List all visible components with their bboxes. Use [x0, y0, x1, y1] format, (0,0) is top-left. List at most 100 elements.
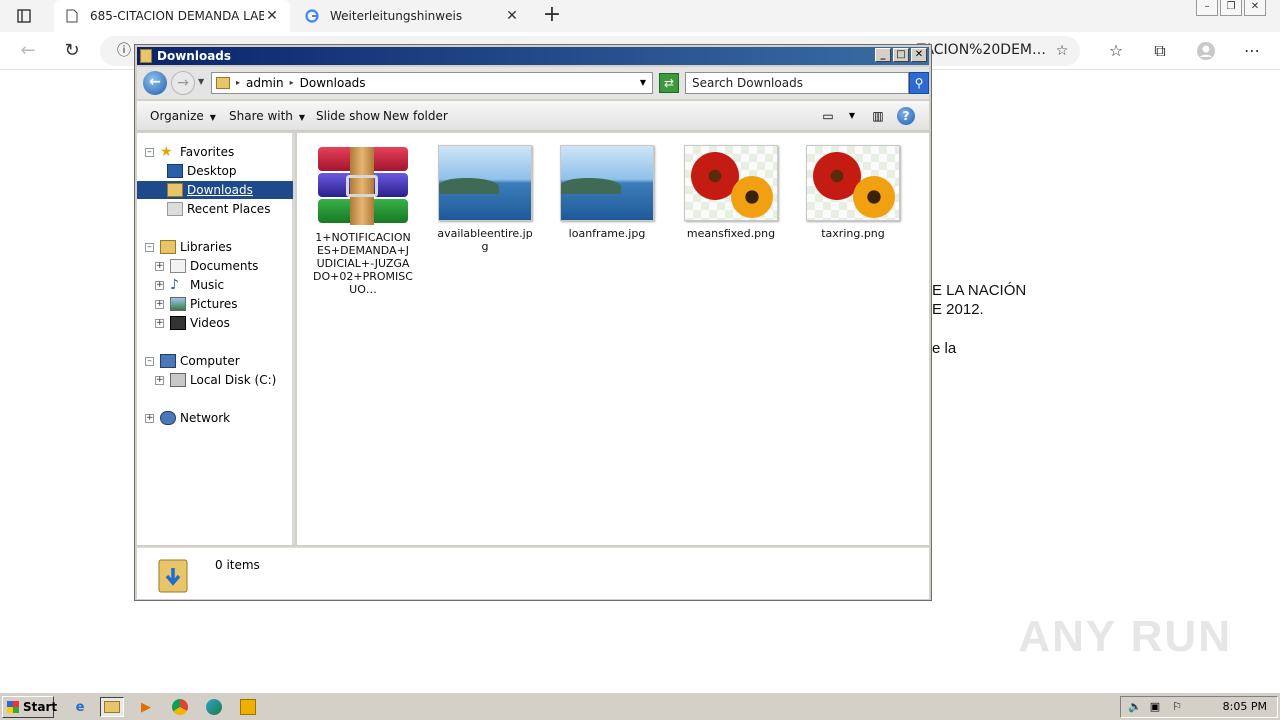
collections-icon[interactable]: ⧉ — [1150, 41, 1170, 61]
videos-icon — [170, 316, 186, 330]
profile-icon[interactable] — [1196, 41, 1216, 61]
file-item-jpg[interactable]: availableentire.jpg — [435, 145, 535, 253]
tab-title: Weiterleitungshinweis — [330, 9, 463, 23]
breadcrumb-arrow-icon[interactable]: ▸ — [236, 73, 240, 93]
breadcrumb-arrow-icon[interactable]: ▸ — [290, 73, 294, 93]
share-with-menu[interactable]: Share with ▼ — [229, 109, 305, 123]
hard-drive-icon — [170, 373, 186, 387]
more-icon[interactable]: ⋯ — [1242, 41, 1262, 61]
file-name: 1+NOTIFICACIONES+DEMANDA+JUDICIAL+-JUZGA… — [313, 231, 413, 296]
close-icon[interactable]: ✕ — [911, 48, 927, 62]
breadcrumb-admin[interactable]: admin — [246, 73, 284, 93]
tree-label: Downloads — [187, 183, 253, 197]
page-text-line: e la — [932, 340, 957, 357]
tree-pictures[interactable]: + Pictures — [155, 295, 238, 313]
slide-show-button[interactable]: Slide show — [316, 109, 380, 123]
minimize-icon[interactable]: _ — [875, 48, 891, 62]
app-icon[interactable] — [236, 697, 260, 717]
tree-recent-places[interactable]: Recent Places — [167, 200, 270, 218]
view-icon[interactable]: ▭ — [819, 107, 837, 125]
favorites-icon[interactable]: ☆ — [1106, 41, 1126, 61]
share-with-label: Share with — [229, 109, 293, 123]
tree-downloads[interactable]: Downloads — [137, 181, 293, 199]
new-tab-button[interactable]: + — [540, 4, 564, 28]
file-item-png[interactable]: taxring.png — [803, 145, 903, 240]
internet-explorer-icon[interactable]: e — [68, 697, 92, 717]
downloads-folder-icon — [157, 554, 189, 594]
tree-computer[interactable]: – Computer — [145, 352, 240, 370]
close-tab-icon[interactable]: ✕ — [264, 8, 280, 24]
clock[interactable]: 8:05 PM — [1223, 700, 1267, 713]
refresh-icon[interactable]: ⇄ — [659, 73, 679, 93]
close-tab-icon[interactable]: ✕ — [504, 8, 520, 24]
tree-label: Music — [190, 278, 225, 292]
help-icon[interactable]: ? — [897, 107, 915, 125]
search-input[interactable]: Search Downloads — [685, 72, 909, 94]
item-count: 0 items — [215, 558, 260, 572]
restore-icon[interactable]: ❐ — [1220, 0, 1242, 16]
pictures-icon — [170, 297, 186, 311]
preview-pane-icon[interactable]: ▥ — [869, 107, 887, 125]
new-folder-button[interactable]: New folder — [383, 109, 448, 123]
file-name: loanframe.jpg — [568, 227, 646, 240]
search-icon[interactable]: ⚲ — [909, 72, 929, 94]
tree-local-disk[interactable]: + Local Disk (C:) — [155, 371, 276, 389]
tab-citacion[interactable]: 685-CITACION DEMANDA LABO ✕ — [54, 0, 290, 32]
action-center-flag-icon[interactable]: ⚐ — [1169, 700, 1185, 714]
maximize-icon[interactable]: □ — [893, 48, 909, 62]
organize-menu[interactable]: Organize ▼ — [150, 109, 216, 123]
navigation-pane: – ★ Favorites Desktop Downloads Recent Pla… — [137, 133, 295, 545]
page-text-line: E LA NACIÓN — [932, 282, 1027, 299]
window-controls: – ❐ ✕ — [1196, 0, 1266, 16]
network-status-icon[interactable]: ▣ — [1147, 700, 1163, 714]
media-player-icon[interactable]: ▶ — [134, 697, 158, 717]
close-icon[interactable]: ✕ — [1244, 0, 1266, 16]
breadcrumb-downloads[interactable]: Downloads — [300, 73, 366, 93]
tree-music[interactable]: + ♪ Music — [155, 276, 224, 294]
explorer-toolbar: Organize ▼ Share with ▼ Slide show New fol… — [137, 101, 929, 131]
downloads-folder-icon — [167, 183, 183, 197]
chrome-icon[interactable] — [168, 697, 192, 717]
tab-title: 685-CITACION DEMANDA LABO — [90, 9, 264, 23]
breadcrumb[interactable]: ▸ admin ▸ Downloads ▼ — [211, 72, 653, 94]
window-title: Downloads — [157, 49, 232, 63]
anyrun-watermark: ANY RUN — [1018, 612, 1232, 661]
back-button[interactable]: ← — [143, 71, 167, 95]
address-dropdown-icon[interactable]: ▼ — [640, 73, 646, 93]
add-favorite-icon[interactable]: ☆ — [1052, 41, 1072, 61]
file-list-pane: 1+NOTIFICACIONES+DEMANDA+JUDICIAL+-JUZGA… — [297, 133, 929, 545]
forward-button[interactable]: → — [171, 71, 195, 95]
tree-desktop[interactable]: Desktop — [167, 162, 237, 180]
recent-places-icon — [167, 202, 183, 216]
minimize-icon[interactable]: – — [1196, 0, 1218, 16]
recent-pages-dropdown-icon[interactable]: ▼ — [198, 77, 204, 86]
info-icon[interactable]: ⓘ — [114, 41, 134, 61]
tree-network[interactable]: + Network — [145, 409, 230, 427]
computer-icon — [160, 354, 176, 368]
view-dropdown-icon[interactable]: ▼ — [843, 107, 861, 125]
file-item-rar[interactable]: 1+NOTIFICACIONES+DEMANDA+JUDICIAL+-JUZGA… — [313, 147, 413, 296]
file-item-jpg[interactable]: loanframe.jpg — [557, 145, 657, 240]
tree-libraries[interactable]: – Libraries — [145, 238, 232, 256]
tree-label: Libraries — [180, 240, 232, 254]
tree-documents[interactable]: + Documents — [155, 257, 258, 275]
url-text: TACION%20DEM… — [916, 42, 1046, 58]
tree-label: Documents — [190, 259, 259, 273]
windows-logo-icon — [7, 701, 19, 713]
network-icon — [160, 411, 176, 425]
tab-actions-icon[interactable] — [10, 6, 38, 26]
tree-label: Network — [180, 411, 231, 425]
tree-favorites[interactable]: – ★ Favorites — [145, 143, 234, 161]
start-label: Start — [23, 700, 58, 714]
refresh-icon[interactable]: ↻ — [62, 41, 82, 61]
file-item-png[interactable]: meansfixed.png — [681, 145, 781, 240]
explorer-taskbar-icon[interactable] — [100, 697, 124, 717]
tab-weiterleitung[interactable]: Weiterleitungshinweis ✕ — [294, 0, 530, 32]
start-button[interactable]: Start — [2, 696, 58, 718]
libraries-icon — [160, 240, 176, 254]
google-icon — [304, 8, 320, 24]
volume-icon[interactable]: 🔈 — [1127, 700, 1143, 714]
back-icon[interactable]: ← — [18, 41, 38, 61]
edge-icon[interactable] — [202, 697, 226, 717]
tree-videos[interactable]: + Videos — [155, 314, 230, 332]
